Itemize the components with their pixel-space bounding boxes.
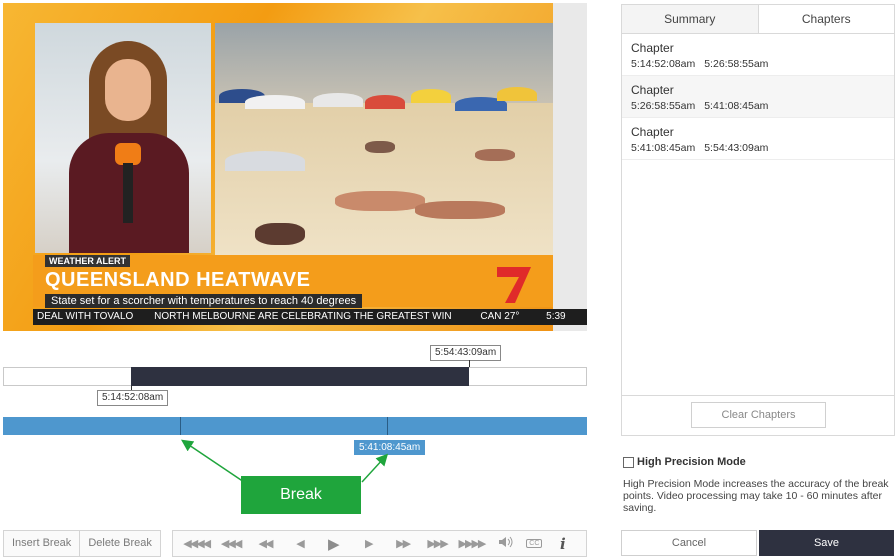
break-marker-selected[interactable] [387,417,388,435]
reporter-inset [35,23,211,253]
step-back-icon[interactable]: ◀ [285,537,313,550]
range-selection[interactable] [131,367,469,386]
segment-bar[interactable] [3,417,587,435]
info-icon[interactable]: i [549,535,577,553]
video-player[interactable]: WEATHER ALERT QUEENSLAND HEATWAVE State … [3,3,587,331]
ticker-text-left: DEAL WITH TOVALO [37,311,134,322]
playback-controls: ◀◀◀◀ ◀◀◀ ◀◀ ◀ ▶ ▶ ▶▶ ▶▶▶ ▶▶▶▶ CC i [172,530,587,557]
channel-7-logo-icon [497,267,531,303]
chapter-end: 5:54:43:09am [704,142,769,154]
news-ticker: DEAL WITH TOVALO NORTH MELBOURNE ARE CEL… [33,309,587,325]
chapter-item[interactable]: Chapter 5:26:58:55am 5:41:08:45am [622,76,894,118]
chapter-title: Chapter [631,83,674,97]
play-icon[interactable]: ▶ [320,535,348,553]
ticker-text-mid: NORTH MELBOURNE ARE CELEBRATING THE GREA… [154,311,452,322]
rewind-icon[interactable]: ◀◀ [251,537,279,550]
microphone-icon [115,143,141,165]
rewind-fast-icon[interactable]: ◀◀◀ [217,537,245,550]
save-button[interactable]: Save [759,530,894,556]
cancel-button[interactable]: Cancel [621,530,757,556]
volume-icon[interactable] [492,536,520,551]
delete-break-button[interactable]: Delete Break [80,531,160,556]
chapter-title: Chapter [631,125,674,139]
beach-footage-inset [215,23,553,257]
range-start-label: 5:14:52:08am [97,390,169,406]
forward-icon[interactable]: ▶▶ [389,537,417,550]
cc-icon[interactable]: CC [526,539,543,548]
news-headline: QUEENSLAND HEATWAVE [45,269,311,291]
break-callout: Break [241,476,361,514]
chapter-start: 5:26:58:55am [631,100,696,112]
ticker-temp: CAN 27° [480,311,520,322]
panel-tabs: Summary Chapters [622,5,894,34]
break-time-label: 5:41:08:45am [354,440,426,455]
tab-summary[interactable]: Summary [622,5,759,33]
panel-footer: Clear Chapters [622,395,894,435]
high-precision-label[interactable]: High Precision Mode [637,456,746,468]
high-precision-section: High Precision Mode High Precision Mode … [623,456,895,514]
break-marker[interactable] [180,417,181,435]
range-end-label: 5:54:43:09am [430,345,502,361]
weather-alert-tag: WEATHER ALERT [45,255,130,267]
forward-fast-icon[interactable]: ▶▶▶ [423,537,451,550]
chapter-item[interactable]: Chapter 5:41:08:45am 5:54:43:09am [622,118,894,160]
video-edge [553,3,587,331]
chapter-start: 5:41:08:45am [631,142,696,154]
chapter-item[interactable]: Chapter 5:14:52:08am 5:26:58:55am [622,34,894,76]
news-subhead: State set for a scorcher with temperatur… [45,294,363,308]
ticker-time: 5:39 [546,311,566,322]
step-forward-icon[interactable]: ▶ [354,537,382,550]
high-precision-description: High Precision Mode increases the accura… [623,478,889,514]
high-precision-checkbox[interactable] [623,456,634,468]
skip-end-icon[interactable]: ▶▶▶▶ [457,537,487,550]
clear-chapters-button[interactable]: Clear Chapters [691,402,826,428]
insert-break-button[interactable]: Insert Break [4,531,81,556]
chapter-title: Chapter [631,41,674,55]
chapters-panel: Summary Chapters Chapter 5:14:52:08am 5:2… [621,4,895,436]
skip-start-icon[interactable]: ◀◀◀◀ [182,537,211,550]
chapter-start: 5:14:52:08am [631,58,696,70]
tab-chapters[interactable]: Chapters [758,5,894,33]
break-button-group: Insert Break Delete Break [3,530,161,557]
chapter-end: 5:26:58:55am [704,58,769,70]
chapter-end: 5:41:08:45am [704,100,769,112]
